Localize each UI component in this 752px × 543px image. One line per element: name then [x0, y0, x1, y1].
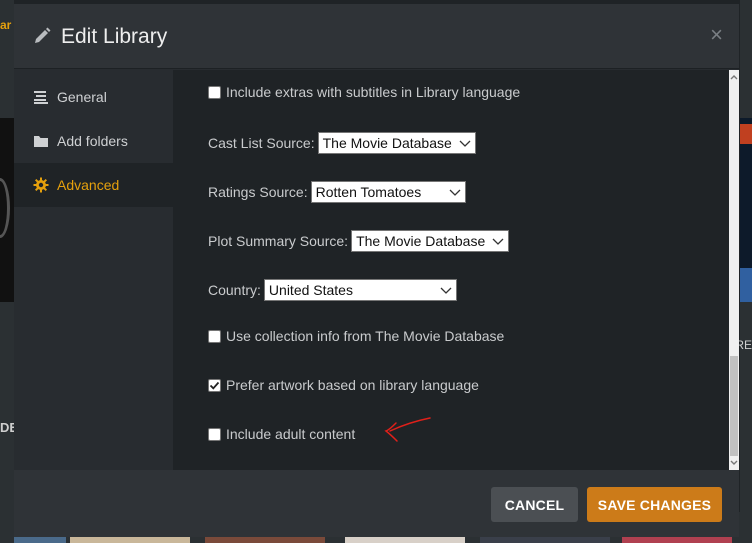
- use-collection-info-label: Use collection info from The Movie Datab…: [226, 328, 505, 344]
- country-row: Country: United States: [208, 279, 457, 301]
- include-extras-subtitles-label: Include extras with subtitles in Library…: [226, 84, 521, 100]
- include-extras-subtitles-row: Include extras with subtitles in Library…: [208, 84, 520, 100]
- background-left-label: ar: [0, 18, 12, 32]
- checkmark-icon: [209, 381, 220, 390]
- scrollbar-thumb[interactable]: [730, 356, 738, 456]
- pencil-icon: [35, 27, 51, 43]
- dialog-title: Edit Library: [61, 25, 168, 48]
- chevron-down-icon: [459, 140, 471, 147]
- sidebar-item-label: Advanced: [57, 177, 120, 193]
- cast-list-source-value: The Movie Database: [322, 135, 452, 151]
- folder-icon: [33, 133, 49, 149]
- annotation-arrow-icon: [384, 417, 431, 442]
- list-icon: [33, 89, 49, 105]
- plot-summary-source-row: Plot Summary Source: The Movie Database: [208, 230, 510, 252]
- use-collection-info-checkbox[interactable]: [208, 329, 221, 343]
- include-adult-label: Include adult content: [226, 426, 356, 442]
- cast-list-source-label: Cast List Source:: [208, 135, 315, 151]
- plot-summary-source-value: The Movie Database: [356, 233, 486, 249]
- chevron-down-icon: [492, 238, 504, 245]
- include-adult-checkbox[interactable]: [208, 427, 221, 441]
- country-label: Country:: [208, 282, 261, 298]
- edit-library-dialog: Edit Library × General Add folders Advan…: [14, 4, 739, 537]
- advanced-settings-panel: Include extras with subtitles in Library…: [173, 70, 729, 470]
- plot-summary-source-label: Plot Summary Source:: [208, 233, 349, 249]
- include-adult-row: Include adult content: [208, 426, 355, 442]
- dialog-header: Edit Library ×: [14, 4, 739, 69]
- sidebar-item-advanced[interactable]: Advanced: [14, 163, 173, 207]
- sidebar-item-label: General: [57, 89, 107, 105]
- cast-list-source-select[interactable]: The Movie Database: [317, 132, 476, 154]
- prefer-artwork-label: Prefer artwork based on library language: [226, 377, 479, 393]
- settings-sidebar: General Add folders Advanced: [14, 70, 173, 470]
- background-left-poster: [0, 118, 14, 302]
- sidebar-item-general[interactable]: General: [14, 75, 173, 119]
- cancel-button[interactable]: CANCEL: [491, 487, 578, 522]
- prefer-artwork-row: Prefer artwork based on library language: [208, 377, 479, 393]
- save-changes-button[interactable]: SAVE CHANGES: [587, 487, 722, 522]
- chevron-down-icon: [440, 287, 452, 294]
- gear-icon: [33, 177, 49, 193]
- cast-list-source-row: Cast List Source: The Movie Database: [208, 132, 476, 154]
- sidebar-item-add-folders[interactable]: Add folders: [14, 119, 173, 163]
- prefer-artwork-checkbox[interactable]: [208, 378, 221, 392]
- country-select[interactable]: United States: [263, 279, 457, 301]
- settings-scrollbar[interactable]: [729, 70, 739, 470]
- plot-summary-source-select[interactable]: The Movie Database: [351, 230, 510, 252]
- dialog-footer: CANCEL SAVE CHANGES: [14, 470, 739, 537]
- ratings-source-select[interactable]: Rotten Tomatoes: [310, 181, 466, 203]
- chevron-up-icon: [730, 75, 738, 80]
- ratings-source-value: Rotten Tomatoes: [315, 184, 422, 200]
- ratings-source-label: Ratings Source:: [208, 184, 308, 200]
- sidebar-item-label: Add folders: [57, 133, 128, 149]
- close-icon[interactable]: ×: [710, 24, 723, 46]
- country-value: United States: [268, 282, 353, 298]
- use-collection-info-row: Use collection info from The Movie Datab…: [208, 328, 504, 344]
- chevron-down-icon: [449, 189, 461, 196]
- scroll-up-arrow[interactable]: [729, 70, 739, 84]
- background-right-poster: [740, 118, 752, 302]
- include-extras-subtitles-checkbox[interactable]: [208, 85, 221, 99]
- chevron-down-icon: [730, 460, 738, 465]
- scroll-down-arrow[interactable]: [729, 456, 739, 470]
- ratings-source-row: Ratings Source: Rotten Tomatoes: [208, 181, 466, 203]
